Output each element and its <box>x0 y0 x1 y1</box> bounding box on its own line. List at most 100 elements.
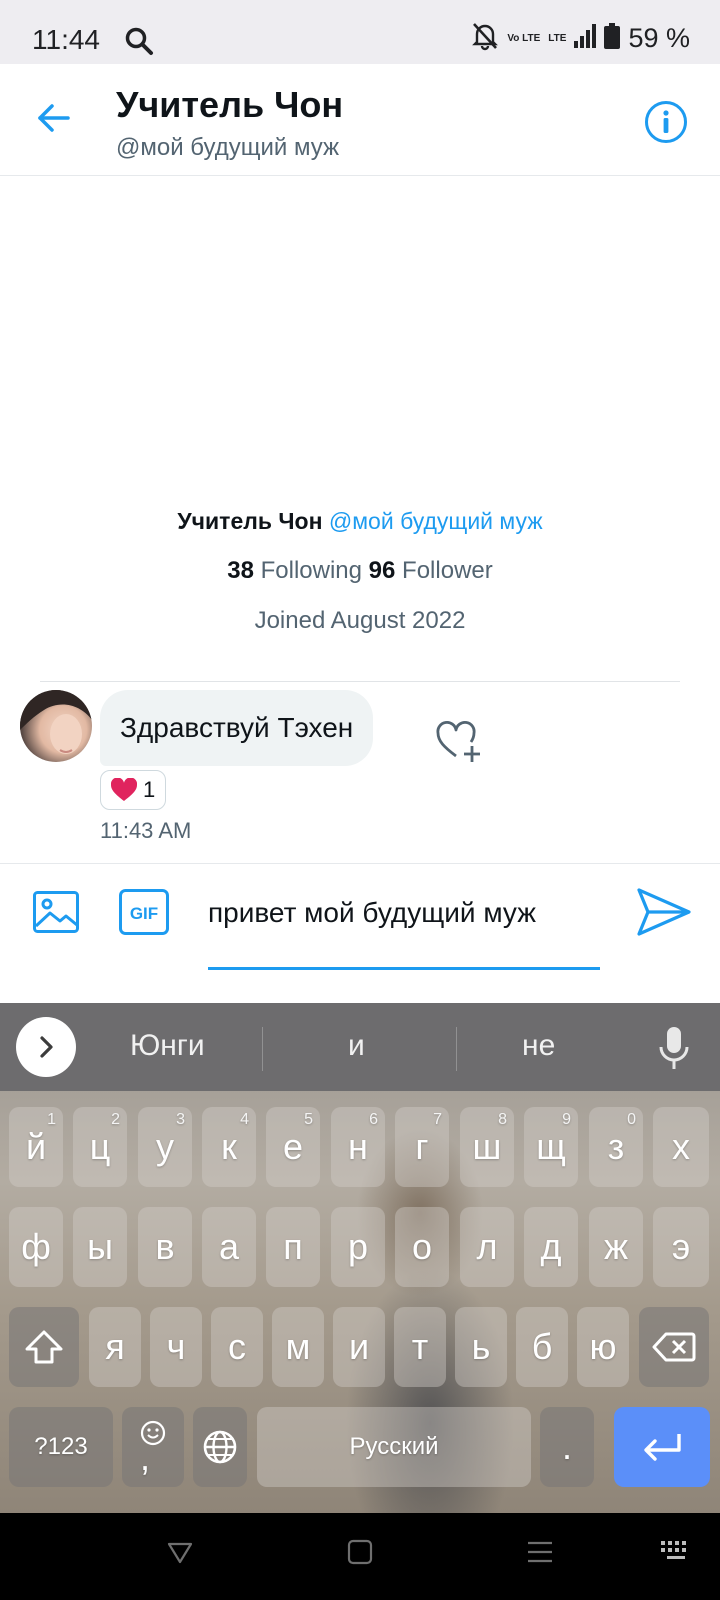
key-к[interactable]: к4 <box>202 1107 256 1187</box>
status-time: 11:44 <box>32 24 100 55</box>
following-stat[interactable]: 38 Following <box>227 557 362 584</box>
profile-handle[interactable]: @мой будущий муж <box>329 508 543 534</box>
key-э[interactable]: э <box>653 1207 709 1287</box>
signal-icon <box>574 23 597 53</box>
key-с[interactable]: с <box>211 1307 263 1387</box>
add-reaction-icon[interactable] <box>436 720 484 764</box>
follower-stat[interactable]: 96 Follower <box>369 557 493 584</box>
comma-label: , <box>140 1437 151 1478</box>
volte-label: Vo LTE <box>507 32 541 44</box>
soft-keyboard: Юнги и не й1 ц2 у3 к4 е5 н6 г7 ш8 щ9 з0 … <box>0 1003 720 1513</box>
following-label: Following <box>260 557 362 584</box>
back-triangle-icon[interactable] <box>166 1539 194 1572</box>
heart-icon <box>111 778 137 801</box>
key-й[interactable]: й1 <box>9 1107 63 1187</box>
profile-summary: Учитель Чон @мой будущий муж 38 Followin… <box>0 508 720 635</box>
key-х[interactable]: х <box>653 1107 709 1187</box>
key-л[interactable]: л <box>460 1207 514 1287</box>
keyboard-icon[interactable] <box>660 1539 692 1570</box>
reaction-count: 1 <box>143 777 156 802</box>
joined-date: Joined August 2022 <box>254 607 466 634</box>
image-icon[interactable] <box>32 888 80 936</box>
key-р[interactable]: р <box>331 1207 385 1287</box>
message-time: 11:43 AM <box>100 818 192 843</box>
shift-icon <box>25 1330 63 1364</box>
svg-text:GIF: GIF <box>130 904 158 923</box>
home-square-icon[interactable] <box>347 1539 373 1570</box>
suggestion-divider <box>262 1027 263 1071</box>
backspace-key[interactable] <box>639 1307 709 1387</box>
suggestion-divider <box>456 1027 457 1071</box>
notifications-off-icon <box>471 21 499 56</box>
key-о[interactable]: о <box>395 1207 449 1287</box>
key-г[interactable]: г7 <box>395 1107 449 1187</box>
key-у[interactable]: у3 <box>138 1107 192 1187</box>
key-а[interactable]: а <box>202 1207 256 1287</box>
key-е[interactable]: е5 <box>266 1107 320 1187</box>
key-б[interactable]: б <box>516 1307 568 1387</box>
message-bubble[interactable]: Здравствуй Тэхен <box>100 690 374 766</box>
key-ю[interactable]: ю <box>577 1307 629 1387</box>
status-bar: 11:44 Vo LTE LTE 59 % <box>0 0 720 64</box>
backspace-icon <box>652 1332 696 1362</box>
key-п[interactable]: п <box>266 1207 320 1287</box>
chevron-right-icon[interactable] <box>16 1017 76 1077</box>
key-ь[interactable]: ь <box>455 1307 507 1387</box>
symbols-key[interactable]: ?123 <box>9 1407 113 1487</box>
key-ы[interactable]: ы <box>73 1207 127 1287</box>
send-icon[interactable] <box>636 884 692 940</box>
microphone-icon[interactable] <box>656 1025 692 1071</box>
divider <box>40 681 680 682</box>
back-arrow-icon[interactable] <box>34 98 74 138</box>
shift-key[interactable] <box>9 1307 79 1387</box>
key-т[interactable]: т <box>394 1307 446 1387</box>
suggestion-3[interactable]: не <box>522 1029 555 1063</box>
navigation-bar <box>0 1513 720 1600</box>
key-н[interactable]: н6 <box>331 1107 385 1187</box>
key-ч[interactable]: ч <box>150 1307 202 1387</box>
key-д[interactable]: д <box>524 1207 578 1287</box>
battery-icon <box>604 22 621 54</box>
key-я[interactable]: я <box>89 1307 141 1387</box>
comma-key[interactable]: , <box>122 1407 184 1487</box>
conversation-header: Учитель Чон @мой будущий муж <box>0 64 720 176</box>
following-count: 38 <box>227 557 254 584</box>
key-ц[interactable]: ц2 <box>73 1107 127 1187</box>
message-input[interactable]: привет мой будущий муж <box>208 894 600 970</box>
suggestion-1[interactable]: Юнги <box>130 1029 205 1063</box>
key-и[interactable]: и <box>333 1307 385 1387</box>
key-з[interactable]: з0 <box>589 1107 643 1187</box>
key-м[interactable]: м <box>272 1307 324 1387</box>
language-key[interactable] <box>193 1407 247 1487</box>
key-ф[interactable]: ф <box>9 1207 63 1287</box>
key-в[interactable]: в <box>138 1207 192 1287</box>
enter-key[interactable] <box>614 1407 710 1487</box>
follower-label: Follower <box>402 557 493 584</box>
profile-name-line: Учитель Чон @мой будущий муж <box>0 508 720 535</box>
gif-icon[interactable]: GIF <box>118 888 170 936</box>
search-icon <box>124 26 154 61</box>
profile-stats: 38 Following 96 Follower <box>0 557 720 585</box>
profile-name[interactable]: Учитель Чон <box>177 508 322 534</box>
status-icons: Vo LTE LTE 59 % <box>471 22 690 54</box>
key-щ[interactable]: щ9 <box>524 1107 578 1187</box>
recents-icon[interactable] <box>526 1539 554 1570</box>
info-icon[interactable] <box>644 100 688 144</box>
follower-count: 96 <box>368 557 396 584</box>
message-composer: GIF привет мой будущий муж <box>0 863 720 1003</box>
key-ш[interactable]: ш8 <box>460 1107 514 1187</box>
suggestion-strip: Юнги и не <box>0 1003 720 1091</box>
battery-percent: 59 % <box>628 22 690 53</box>
reaction-badge[interactable]: 1 <box>100 770 167 810</box>
lte-label: LTE <box>548 32 567 44</box>
suggestion-2[interactable]: и <box>348 1029 365 1063</box>
message-text: Здравствуй Тэхен <box>120 712 354 743</box>
enter-icon <box>644 1434 681 1461</box>
globe-icon <box>203 1430 237 1464</box>
conversation-title: Учитель Чон <box>116 84 344 125</box>
period-key[interactable]: . <box>540 1407 594 1487</box>
avatar[interactable] <box>20 690 92 762</box>
space-key[interactable]: Русский <box>257 1407 531 1487</box>
key-ж[interactable]: ж <box>589 1207 643 1287</box>
conversation-handle: @мой будущий муж <box>116 134 340 161</box>
